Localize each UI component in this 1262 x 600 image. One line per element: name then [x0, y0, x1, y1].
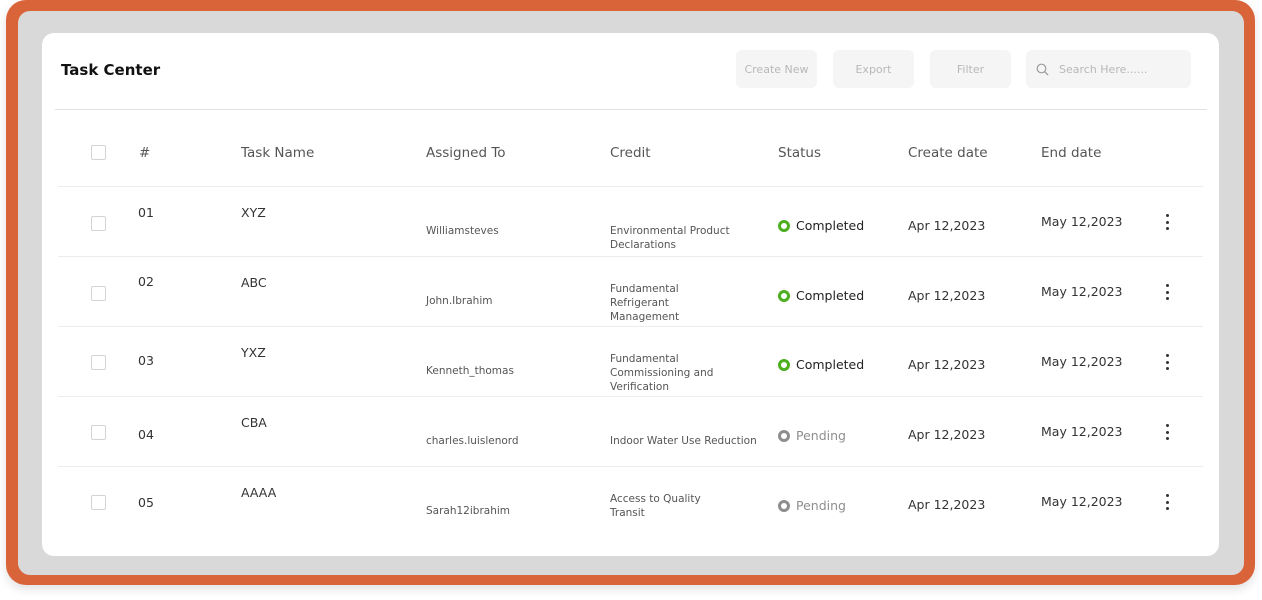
credit: Access to Quality Transit: [610, 493, 701, 519]
create-date: Apr 12,2023: [908, 218, 986, 233]
search-icon: [1036, 63, 1049, 75]
status-dot-icon: [778, 429, 790, 442]
status-badge: Pending: [778, 428, 846, 443]
status-badge: Completed: [778, 357, 864, 372]
column-header-status[interactable]: Status: [778, 145, 821, 161]
status-label: Pending: [796, 498, 846, 513]
column-header-end-date[interactable]: End date: [1041, 145, 1101, 161]
task-name: XYZ: [241, 205, 266, 220]
end-date: May 12,2023: [1041, 214, 1123, 229]
row-checkbox[interactable]: [91, 355, 106, 370]
search-box[interactable]: [1026, 50, 1191, 88]
search-input[interactable]: [1057, 61, 1171, 77]
status-badge: Completed: [778, 288, 864, 303]
credit: Environmental Product Declarations: [610, 225, 730, 251]
status-label: Completed: [796, 288, 865, 303]
task-name: CBA: [241, 415, 267, 430]
column-header-assigned-to[interactable]: Assigned To: [426, 145, 506, 161]
row-divider: [58, 396, 1203, 397]
credit: Fundamental Commissioning and Verificati…: [610, 353, 714, 393]
header-divider: [55, 109, 1207, 110]
row-checkbox[interactable]: [91, 216, 106, 231]
task-number: 05: [138, 495, 154, 510]
status-label: Completed: [796, 218, 865, 233]
credit: Fundamental Refrigerant Management: [610, 283, 680, 323]
task-number: 03: [138, 353, 154, 368]
column-header-number[interactable]: #: [139, 145, 150, 161]
row-more-options-icon[interactable]: [1160, 212, 1174, 232]
status-dot-icon: [778, 499, 790, 512]
column-header-task-name[interactable]: Task Name: [241, 145, 314, 161]
status-dot-icon: [778, 219, 790, 232]
create-date: Apr 12,2023: [908, 427, 986, 442]
assigned-to: Williamsteves: [426, 225, 499, 237]
column-header-create-date[interactable]: Create date: [908, 145, 988, 161]
status-label: Pending: [796, 428, 846, 443]
assigned-to: John.Ibrahim: [426, 295, 493, 307]
create-new-button[interactable]: Create New: [736, 50, 817, 88]
row-more-options-icon[interactable]: [1160, 352, 1174, 372]
task-name: YXZ: [241, 345, 266, 360]
export-button[interactable]: Export: [833, 50, 914, 88]
end-date: May 12,2023: [1041, 284, 1123, 299]
task-number: 02: [138, 274, 154, 289]
page-title: Task Center: [61, 61, 161, 79]
row-divider: [58, 326, 1203, 327]
task-number: 01: [138, 205, 154, 220]
row-checkbox[interactable]: [91, 286, 106, 301]
create-date: Apr 12,2023: [908, 497, 986, 512]
assigned-to: charles.luislenord: [426, 435, 519, 447]
task-name: ABC: [241, 275, 267, 290]
assigned-to: Sarah12ibrahim: [426, 505, 510, 517]
end-date: May 12,2023: [1041, 354, 1123, 369]
status-badge: Completed: [778, 218, 864, 233]
row-divider: [58, 186, 1203, 187]
credit: Indoor Water Use Reduction: [610, 435, 757, 447]
row-divider: [58, 256, 1203, 257]
create-date: Apr 12,2023: [908, 288, 986, 303]
row-more-options-icon[interactable]: [1160, 422, 1174, 442]
row-checkbox[interactable]: [91, 425, 106, 440]
end-date: May 12,2023: [1041, 494, 1123, 509]
select-all-checkbox[interactable]: [91, 145, 106, 160]
create-date: Apr 12,2023: [908, 357, 986, 372]
status-badge: Pending: [778, 498, 846, 513]
task-center-card: Task Center Create New Export Filter # T…: [42, 33, 1219, 556]
end-date: May 12,2023: [1041, 424, 1123, 439]
filter-button[interactable]: Filter: [930, 50, 1011, 88]
row-checkbox[interactable]: [91, 495, 106, 510]
column-header-credit[interactable]: Credit: [610, 145, 651, 161]
status-label: Completed: [796, 357, 865, 372]
task-number: 04: [138, 427, 154, 442]
row-more-options-icon[interactable]: [1160, 492, 1174, 512]
row-more-options-icon[interactable]: [1160, 282, 1174, 302]
task-name: AAAA: [241, 485, 277, 500]
assigned-to: Kenneth_thomas: [426, 365, 514, 377]
row-divider: [58, 466, 1203, 467]
status-dot-icon: [778, 358, 790, 371]
status-dot-icon: [778, 289, 790, 302]
